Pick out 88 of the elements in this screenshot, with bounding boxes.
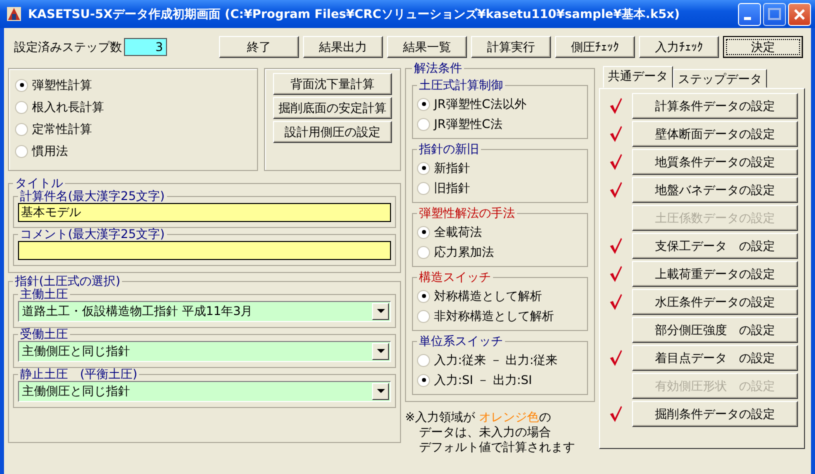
caret-icon: [376, 309, 384, 314]
radio-label: 慣用法: [32, 142, 68, 160]
data-settings-button[interactable]: 地盤バネデータの設定: [632, 177, 798, 203]
toolbar-button[interactable]: 側圧ﾁｪｯｸ: [555, 36, 635, 58]
dropdown-arrow-button[interactable]: [372, 303, 389, 320]
tab[interactable]: ステップデータ: [673, 69, 767, 88]
radio-button[interactable]: [417, 182, 430, 194]
toolbar-button[interactable]: 入力ﾁｪｯｸ: [639, 36, 719, 58]
toolbar-button[interactable]: 終了: [219, 36, 299, 58]
data-settings-button[interactable]: 着目点データ の設定: [632, 345, 798, 371]
dropdown-field[interactable]: 主働側圧と同じ指針: [18, 381, 391, 402]
radio-label: 新指針: [434, 160, 470, 176]
toolbar-button[interactable]: 決定: [723, 36, 803, 58]
dropdown-field[interactable]: 主働側圧と同じ指針: [18, 341, 391, 362]
field-label: コメント(最大漢字25文字): [19, 228, 166, 241]
radio-label: 根入れ長計算: [32, 98, 104, 116]
minimize-icon: [744, 16, 751, 20]
group-label: 指針の新旧: [418, 143, 480, 156]
dropdown-field[interactable]: 道路土工・仮設構造物工指針 平成11年3月: [18, 301, 391, 322]
maximize-button[interactable]: [763, 2, 786, 26]
field-label: 主働土圧: [19, 288, 69, 301]
radio-label: 非対称構造として解析: [434, 308, 554, 324]
radio-button[interactable]: [417, 310, 430, 322]
note-text: ※入力領域が オレンジ色の: [405, 410, 551, 425]
data-settings-button[interactable]: 支保工データ の設定: [632, 233, 798, 259]
radio-button[interactable]: [417, 290, 430, 302]
data-settings-button[interactable]: 上載荷重データの設定: [632, 261, 798, 287]
radio-button[interactable]: [417, 118, 430, 130]
radio-button[interactable]: [417, 374, 430, 386]
dropdown-value: 主働側圧と同じ指針: [21, 343, 131, 360]
data-settings-button[interactable]: 掘削条件データの設定: [632, 401, 798, 427]
app-icon: [6, 6, 22, 22]
radio-button[interactable]: [15, 144, 28, 158]
radio-label: 応力累加法: [434, 244, 494, 260]
note-text: デフォルト値で計算されます: [419, 440, 575, 455]
group-label: 弾塑性解法の手法: [418, 207, 516, 220]
toolbar-button[interactable]: 結果出力: [303, 36, 383, 58]
group-label: 解法条件: [413, 62, 463, 75]
dropdown-value: 道路土工・仮設構造物工指針 平成11年3月: [21, 303, 254, 320]
field-label: 静止土圧 (平衡土圧): [19, 368, 138, 381]
group-label: 構造スイッチ: [418, 271, 492, 284]
radio-button[interactable]: [15, 122, 28, 136]
radio-label: 弾塑性計算: [32, 76, 92, 94]
radio-button[interactable]: [417, 226, 430, 238]
data-settings-button[interactable]: 地質条件データの設定: [632, 149, 798, 175]
radio-label: 入力:従来 － 出力:従来: [434, 352, 558, 368]
toolbar-button[interactable]: 結果一覧: [387, 36, 467, 58]
step-count-field[interactable]: 3: [124, 38, 167, 56]
calc-button[interactable]: 設計用側圧の設定: [273, 121, 392, 143]
group-label: 単位系スイッチ: [418, 335, 504, 348]
data-settings-button[interactable]: 計算条件データの設定: [632, 93, 798, 119]
tab[interactable]: 共通データ: [603, 66, 673, 88]
radio-button[interactable]: [15, 100, 28, 114]
radio-label: JR弾塑性C法: [434, 116, 502, 132]
step-count-label: 設定済みステップ数: [14, 38, 123, 56]
dropdown-arrow-button[interactable]: [372, 343, 389, 360]
radio-button[interactable]: [417, 98, 430, 110]
note-text: データは、未入力の場合: [419, 425, 551, 440]
close-button[interactable]: [788, 2, 811, 26]
field-label: 計算件名(最大漢字25文字): [19, 190, 166, 203]
data-settings-button[interactable]: 壁体断面データの設定: [632, 121, 798, 147]
radio-label: 旧指針: [434, 180, 470, 196]
text-field[interactable]: 基本モデル: [18, 203, 391, 222]
dropdown-value: 主働側圧と同じ指針: [21, 383, 131, 400]
calc-button[interactable]: 背面沈下量計算: [273, 73, 392, 95]
radio-label: 全載荷法: [434, 224, 482, 240]
radio-button[interactable]: [417, 354, 430, 366]
dropdown-arrow-button[interactable]: [372, 383, 389, 400]
radio-label: 対称構造として解析: [434, 288, 542, 304]
caret-icon: [376, 349, 384, 354]
radio-button[interactable]: [417, 246, 430, 258]
group-label: 土圧式計算制御: [418, 79, 504, 92]
calc-button[interactable]: 掘削底面の安定計算: [273, 97, 392, 119]
minimize-button[interactable]: [738, 2, 761, 26]
radio-label: 入力:SI － 出力:SI: [434, 372, 532, 388]
group-label: タイトル: [14, 177, 64, 190]
data-settings-button[interactable]: 水圧条件データの設定: [632, 289, 798, 315]
radio-label: 定常性計算: [32, 120, 92, 138]
radio-button[interactable]: [417, 162, 430, 174]
window-title: KASETSU-5Xデータ作成初期画面 (C:¥Program Files¥CRCソリューションズ¥kasetu110¥sample¥基本.k5x): [28, 6, 681, 22]
data-settings-button[interactable]: 部分側圧強度 の設定: [632, 317, 798, 343]
radio-label: JR弾塑性C法以外: [434, 96, 526, 112]
field-label: 受働土圧: [19, 328, 69, 341]
radio-button[interactable]: [15, 78, 28, 92]
caret-icon: [376, 389, 384, 394]
toolbar-button[interactable]: 計算実行: [471, 36, 551, 58]
group-label: 指針(土圧式の選択): [14, 275, 122, 288]
text-field[interactable]: [18, 241, 391, 260]
